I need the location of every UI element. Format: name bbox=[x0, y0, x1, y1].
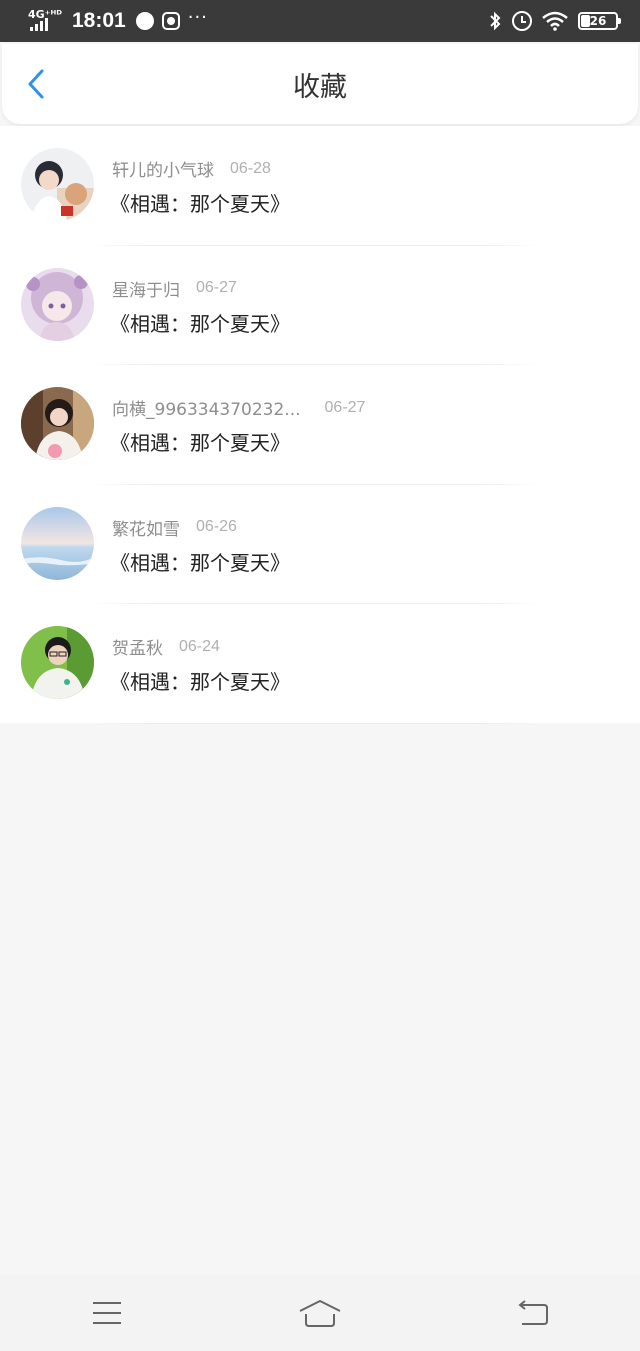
battery-indicator: 26 bbox=[578, 12, 621, 30]
item-title[interactable]: 《相遇：那个夏天》 bbox=[110, 547, 290, 576]
camera-notification-icon bbox=[161, 12, 180, 30]
home-icon bbox=[299, 1300, 341, 1327]
wifi-icon bbox=[542, 11, 568, 31]
status-bar: 4G⁺ᴴᴰ 18:01 ··· 26 bbox=[0, 0, 640, 42]
item-date: 06-24 bbox=[179, 637, 220, 655]
system-nav-bar bbox=[0, 1275, 640, 1351]
item-meta: 向横_996334370232... 06-27 bbox=[112, 395, 366, 421]
item-title[interactable]: 《相遇：那个夏天》 bbox=[110, 188, 290, 217]
avatar[interactable] bbox=[21, 148, 94, 221]
battery-level: 26 bbox=[589, 14, 607, 28]
item-meta: 星海于归 06-27 bbox=[112, 276, 237, 301]
page-header: 收藏 bbox=[2, 44, 638, 124]
item-date: 06-26 bbox=[196, 518, 237, 535]
avatar[interactable] bbox=[21, 267, 94, 341]
list-item[interactable]: 贺孟秋 06-24 《相遇：那个夏天》 bbox=[0, 604, 640, 724]
item-title[interactable]: 《相遇：那个夏天》 bbox=[110, 666, 290, 695]
back-icon bbox=[518, 1300, 549, 1325]
favorites-list: 轩儿的小气球 06-28 《相遇：那个夏天》 星海于归 06-27 《相遇：那个… bbox=[0, 126, 640, 724]
user-name: 向横_996334370232... bbox=[112, 400, 301, 420]
signal-icon: 4G⁺ᴴᴰ bbox=[28, 9, 64, 33]
alarm-icon bbox=[512, 11, 532, 31]
list-item[interactable]: 轩儿的小气球 06-28 《相遇：那个夏天》 bbox=[0, 126, 640, 246]
home-button[interactable] bbox=[290, 1288, 350, 1338]
item-date: 06-28 bbox=[230, 159, 271, 177]
item-title[interactable]: 《相遇：那个夏天》 bbox=[110, 427, 290, 456]
clock-time: 18:01 bbox=[72, 9, 126, 32]
list-item[interactable]: 向横_996334370232... 06-27 《相遇：那个夏天》 bbox=[0, 365, 640, 485]
chevron-left-icon bbox=[28, 69, 44, 99]
avatar[interactable] bbox=[21, 387, 94, 460]
page-title: 收藏 bbox=[293, 71, 347, 103]
item-date: 06-27 bbox=[196, 279, 237, 296]
avatar[interactable] bbox=[21, 506, 94, 580]
item-meta: 轩儿的小气球 06-28 bbox=[112, 156, 271, 182]
item-title[interactable]: 《相遇：那个夏天》 bbox=[110, 308, 290, 337]
divider bbox=[88, 722, 542, 724]
menu-button[interactable] bbox=[77, 1288, 137, 1338]
user-name: 轩儿的小气球 bbox=[112, 161, 214, 181]
back-button[interactable] bbox=[20, 68, 52, 100]
user-name: 星海于归 bbox=[112, 280, 180, 301]
menu-icon bbox=[92, 1302, 121, 1324]
item-date: 06-27 bbox=[324, 398, 366, 416]
user-name: 繁花如雪 bbox=[112, 519, 180, 540]
item-meta: 繁花如雪 06-26 bbox=[112, 515, 237, 540]
more-notifications-icon: ··· bbox=[187, 7, 208, 28]
app-notification-icon bbox=[135, 12, 154, 30]
item-meta: 贺孟秋 06-24 bbox=[112, 634, 220, 660]
user-name: 贺孟秋 bbox=[112, 639, 163, 659]
back-nav-button[interactable] bbox=[503, 1288, 563, 1338]
avatar[interactable] bbox=[21, 626, 94, 699]
bluetooth-icon bbox=[490, 11, 501, 31]
list-item[interactable]: 繁花如雪 06-26 《相遇：那个夏天》 bbox=[0, 485, 640, 604]
list-item[interactable]: 星海于归 06-27 《相遇：那个夏天》 bbox=[0, 246, 640, 365]
